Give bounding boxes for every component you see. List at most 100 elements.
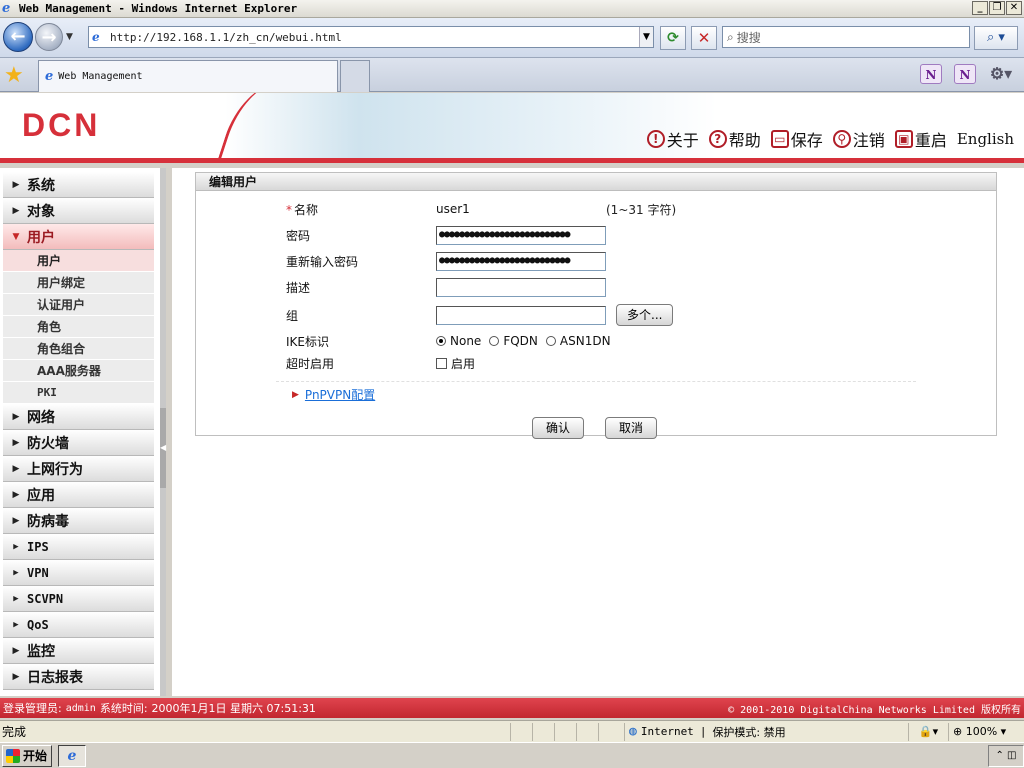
address-url[interactable]: http://192.168.1.1/zh_cn/webui.html [110,31,342,44]
sidebar-item-ips[interactable]: ▶ IPS [3,534,154,560]
sidebar-item-label: 用户 [27,229,55,246]
address-bar[interactable]: e http://192.168.1.1/zh_cn/webui.html ▼ [88,26,654,48]
ike-radio-none[interactable]: None [436,334,481,348]
pnpvpn-config-link[interactable]: PnPVPN配置 [305,386,375,403]
sidebar-item-firewall[interactable]: ▶ 防火墙 [3,430,154,456]
confirm-password-field[interactable]: ●●●●●●●●●●●●●●●●●●●●●●●●●● [436,251,606,271]
window-controls: _ ❐ ✕ [972,1,1022,15]
more-groups-button[interactable]: 多个... [616,304,674,326]
header-link-reboot[interactable]: ▣ 重启 [894,127,947,151]
start-button[interactable]: 开始 [2,744,52,767]
password-row: 密码 ●●●●●●●●●●●●●●●●●●●●●●●●●● [286,225,606,245]
header-link-about[interactable]: ! 关于 [646,127,699,151]
search-icon: ⌕ [727,29,734,44]
taskbar-ie-button[interactable]: e [58,744,86,767]
ie-logo-icon: e [2,0,11,16]
sidebar-item-scvpn[interactable]: ▶ SCVPN [3,586,154,612]
forward-button[interactable]: → [35,23,63,51]
header-link-english[interactable]: English [957,130,1014,148]
dcn-logo: DCN [22,107,101,143]
sidebar-item-antivirus[interactable]: ▶ 防病毒 [3,508,154,534]
sidebar-item-web-behavior[interactable]: ▶ 上网行为 [3,456,154,482]
ike-radio-fqdn[interactable]: FQDN [489,334,538,348]
zoom-value: 100% [965,724,998,738]
sidebar-item-log-report[interactable]: ▶ 日志报表 [3,664,154,690]
maximize-button[interactable]: ❐ [989,1,1005,15]
sidebar-subitem-user[interactable]: 用户 [3,250,154,272]
header-link-label: 保存 [790,131,823,150]
history-dropdown-icon[interactable]: ▼ [66,32,78,44]
copyright: © 2001-2010 DigitalChina Networks Limite… [728,704,1021,716]
timeout-checkbox[interactable] [436,357,447,369]
address-dropdown-icon[interactable]: ▼ [639,27,653,47]
timeout-row: 超时启用 启用 [286,353,475,373]
sidebar-item-objects[interactable]: ▶ 对象 [3,198,154,224]
sidebar-item-label: QoS [27,617,49,632]
cancel-button[interactable]: 取消 [605,417,657,439]
zoom-control[interactable]: ⊕ 100% ▾ [948,722,1024,741]
reboot-icon: ▣ [894,130,913,148]
timeout-label: 超时启用 [286,356,335,371]
sidebar-item-label: 网络 [27,409,55,426]
chevron-right-icon: ▶ [12,463,20,474]
sidebar-item-network[interactable]: ▶ 网络 [3,404,154,430]
chevron-right-icon: ▶ [13,593,19,604]
sidebar-collapse-handle[interactable]: ◀ [160,408,166,488]
sidebar-item-system[interactable]: ▶ 系统 [3,172,154,198]
edit-user-panel: 编辑用户 * 名称 user1 (1~31 字符) 密码 ●●●●●●●●●●●●… [195,172,997,439]
page-icon: e [92,30,100,44]
favorites-star-icon[interactable]: ★ [4,63,24,88]
security-zone[interactable]: ◍ Internet | 保护模式: 禁用 [624,722,786,741]
sidebar-item-vpn[interactable]: ▶ VPN [3,560,154,586]
sidebar-item-label: 监控 [27,643,55,660]
sidebar-item-label: 上网行为 [27,461,83,478]
sidebar-subitem-aaa-server[interactable]: AAA服务器 [3,360,154,382]
search-button[interactable]: ⌕ ▾ [974,26,1018,50]
ike-row: IKE标识 None FQDN ASN1DN [286,331,619,351]
back-button[interactable]: ← [3,22,33,52]
app-footer: 登录管理员: admin 系统时间: 2000年1月1日 星期六 07:51:3… [0,698,1024,718]
panel-title: 编辑用户 [196,173,996,191]
chevron-right-icon: ▶ [12,489,20,500]
name-row: * 名称 user1 (1~31 字符) [286,199,676,219]
system-tray[interactable]: ⌃ ◫ [988,744,1024,767]
description-field[interactable] [436,277,606,297]
login-admin-label: 登录管理员: [3,702,62,715]
ike-option-label: ASN1DN [559,334,611,348]
header-link-help[interactable]: ? 帮助 [708,127,761,151]
close-button[interactable]: ✕ [1006,1,1022,15]
group-field[interactable] [436,305,606,325]
sidebar-item-users[interactable]: ▼ 用户 [3,224,154,250]
header-link-label: 帮助 [728,131,761,150]
sidebar-subitem-auth-user[interactable]: 认证用户 [3,294,154,316]
new-tab-button[interactable] [340,60,370,92]
browser-statusbar: 完成 ◍ Internet | 保护模式: 禁用 🔒▾ ⊕ 100% ▾ [0,720,1024,742]
security-dropdown-icon[interactable]: 🔒▾ [908,722,948,741]
tab-web-management[interactable]: e Web Management [38,60,338,92]
ike-radio-asn1dn[interactable]: ASN1DN [545,334,611,348]
sidebar-subitem-role-combo[interactable]: 角色组合 [3,338,154,360]
sidebar-item-qos[interactable]: ▶ QoS [3,612,154,638]
header-link-save[interactable]: ▭ 保存 [770,127,823,151]
onenote-icon[interactable]: N [920,64,942,84]
expand-triangle-icon[interactable]: ▶ [292,390,299,400]
onenote-send-icon[interactable]: N [954,64,976,84]
sidebar-item-application[interactable]: ▶ 应用 [3,482,154,508]
chevron-right-icon: ▶ [13,567,19,578]
refresh-button[interactable]: ⟳ [660,26,686,50]
sidebar-subitem-role[interactable]: 角色 [3,316,154,338]
ok-button[interactable]: 确认 [532,417,584,439]
password-field[interactable]: ●●●●●●●●●●●●●●●●●●●●●●●●●● [436,225,606,245]
sidebar-subitem-user-binding[interactable]: 用户绑定 [3,272,154,294]
sidebar-item-monitor[interactable]: ▶ 监控 [3,638,154,664]
tools-gear-icon[interactable]: ⚙▾ [986,64,1016,84]
name-hint: (1~31 字符) [606,202,677,217]
stop-button[interactable]: ✕ [691,26,717,50]
sidebar-subitem-pki[interactable]: PKI [3,382,154,404]
zone-separator: | [699,725,707,738]
minimize-button[interactable]: _ [972,1,988,15]
header-link-logout[interactable]: ⚲ 注销 [832,127,885,151]
search-input[interactable]: ⌕ 搜搜 [722,26,970,48]
description-row: 描述 [286,277,606,297]
status-cell [598,722,620,741]
